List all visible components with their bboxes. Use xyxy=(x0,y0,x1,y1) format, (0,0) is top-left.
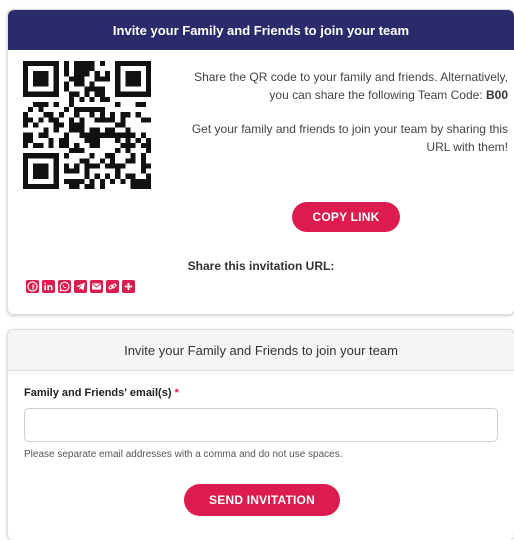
invite-card: Invite your Family and Friends to join y… xyxy=(7,9,514,315)
invite-card-header: Invite your Family and Friends to join y… xyxy=(8,10,514,50)
url-instructions: Get your family and friends to join your… xyxy=(191,122,508,154)
qr-instructions-text: Share the QR code to your family and fri… xyxy=(194,70,508,102)
facebook-icon[interactable] xyxy=(26,280,39,293)
linkedin-icon[interactable] xyxy=(42,280,55,293)
email-icon[interactable] xyxy=(90,280,103,293)
invite-info: Share the QR code to your family and fri… xyxy=(178,68,508,156)
share-icons xyxy=(26,280,135,293)
copy-link-icon[interactable] xyxy=(106,280,119,293)
email-field-label-text: Family and Friends' email(s) xyxy=(24,387,172,399)
share-url-title: Share this invitation URL: xyxy=(187,259,335,273)
required-mark: * xyxy=(174,387,179,399)
email-card-title: Invite your Family and Friends to join y… xyxy=(124,342,398,358)
qr-code xyxy=(23,61,151,189)
email-field-label: Family and Friends' email(s) * xyxy=(24,387,179,399)
email-card-header: Invite your Family and Friends to join y… xyxy=(8,330,514,371)
email-help-text: Please separate email addresses with a c… xyxy=(24,449,343,460)
invite-card-title: Invite your Family and Friends to join y… xyxy=(112,22,410,38)
send-invitation-button[interactable]: SEND INVITATION xyxy=(184,484,340,516)
email-field[interactable] xyxy=(24,408,498,442)
whatsapp-icon[interactable] xyxy=(58,280,71,293)
more-icon[interactable] xyxy=(122,280,135,293)
qr-instructions: Share the QR code to your family and fri… xyxy=(178,68,508,104)
copy-link-button[interactable]: COPY LINK xyxy=(292,202,400,232)
team-code: B00 xyxy=(485,88,508,102)
email-invite-card: Invite your Family and Friends to join y… xyxy=(7,329,514,540)
telegram-icon[interactable] xyxy=(74,280,87,293)
